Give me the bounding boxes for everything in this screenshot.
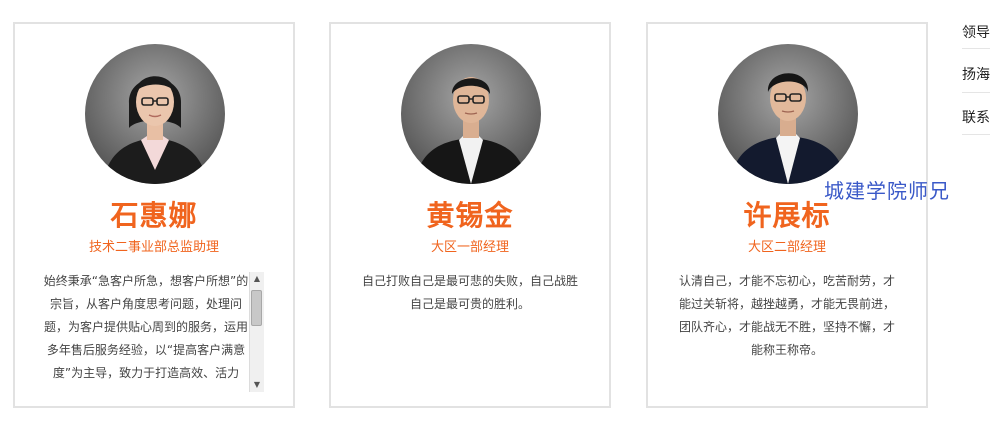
member-name: 石惠娜 (110, 199, 198, 232)
sidebar-divider (962, 134, 990, 135)
member-title: 大区二部经理 (747, 240, 826, 255)
sidebar-item-yanghai[interactable]: 扬海 (962, 64, 990, 84)
member-description: 自己打败自己是最可悲的失败，自己战胜自己是最可贵的胜利。 (361, 274, 578, 311)
sidebar-item-contact[interactable]: 联系 (962, 107, 990, 127)
watermark-text: 城建学院师兄 (824, 179, 950, 203)
avatar (401, 44, 541, 184)
sidebar-item-leaders[interactable]: 领导 (962, 22, 990, 42)
team-card-2: 黄锡金 大区一部经理 自己打败自己是最可悲的失败，自己战胜自己是最可贵的胜利。 (329, 22, 611, 408)
avatar (718, 44, 858, 184)
team-card-1: 石惠娜 技术二事业部总监助理 始终秉承“急客户所急，想客户所想”的宗旨，从客户角… (13, 22, 295, 408)
sidebar: 领导 扬海 联系 (942, 0, 990, 440)
scrollbar[interactable]: ▲ ▼ (249, 272, 264, 392)
member-name: 黄锡金 (426, 199, 514, 232)
member-title: 大区一部经理 (430, 240, 509, 255)
scrollbar-thumb[interactable] (251, 290, 262, 326)
sidebar-divider (962, 48, 990, 49)
scroll-up-arrow-icon[interactable]: ▲ (250, 272, 264, 286)
avatar (85, 44, 225, 184)
team-card-3: 许展标 大区二部经理 认清自己，才能不忘初心，吃苦耐劳，才能过关斩将，越挫越勇，… (646, 22, 928, 408)
member-title: 技术二事业部总监助理 (88, 240, 219, 255)
scroll-down-arrow-icon[interactable]: ▼ (250, 378, 264, 392)
description-scroll-area[interactable]: 始终秉承“急客户所急，想客户所想”的宗旨，从客户角度思考问题，处理问题，为客户提… (41, 270, 249, 392)
sidebar-divider (962, 92, 990, 93)
member-description: 始终秉承“急客户所急，想客户所想”的宗旨，从客户角度思考问题，处理问题，为客户提… (43, 274, 249, 380)
member-description: 认清自己，才能不忘初心，吃苦耐劳，才能过关斩将，越挫越勇，才能无畏前进，团队齐心… (678, 274, 895, 357)
